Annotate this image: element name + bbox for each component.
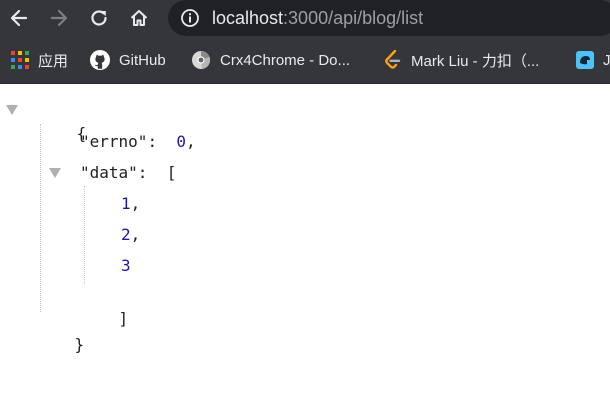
reload-icon [91, 10, 107, 26]
indent-guide [40, 124, 41, 312]
json-viewer: { "errno": 0, "data": [ 1, 2, 3 ] } [0, 84, 610, 402]
crx4chrome-icon [192, 50, 211, 69]
bookmark-crx4chrome[interactable]: Crx4Chrome - Do... [191, 48, 350, 72]
json-open-brace: { [76, 124, 87, 143]
apps-grid-icon [11, 51, 29, 69]
bookmark-github[interactable]: GitHub [90, 48, 166, 72]
json-number: 3 [121, 256, 131, 275]
json-row-errno: "errno": 0, [80, 132, 196, 151]
json-number: 1 [121, 194, 131, 213]
back-button[interactable] [5, 4, 33, 32]
info-icon[interactable] [180, 8, 200, 33]
json-key: "errno" [80, 132, 148, 151]
reload-button[interactable] [85, 4, 113, 32]
bookmark-apps[interactable]: 应用 [11, 48, 68, 72]
bookmark-label: Mark Liu - 力扣（... [411, 52, 540, 70]
bookmark-leetcode[interactable]: Mark Liu - 力扣（... [384, 48, 539, 72]
bookmark-icon [576, 51, 594, 69]
collapse-toggle-data[interactable] [49, 168, 61, 178]
bookmark-label: J [603, 51, 610, 69]
browser-toolbar: localhost:3000/api/blog/list [0, 0, 610, 36]
url-path: :3000/api/blog/list [283, 8, 424, 28]
url-text[interactable]: localhost:3000/api/blog/list [212, 7, 423, 29]
bookmark-label: Crx4Chrome - Do... [220, 51, 351, 69]
json-close-brace: } [74, 335, 85, 354]
arrow-left-icon [10, 9, 28, 27]
url-host: localhost [212, 8, 284, 28]
github-icon [90, 50, 110, 70]
json-row-data: "data": [ [80, 163, 177, 182]
bookmarks-bar: 应用 GitHub Crx4Chrome - Do... Mark Liu - … [0, 36, 610, 84]
json-close-bracket: ] [118, 309, 129, 328]
json-array-item: 3 [121, 254, 131, 278]
home-icon [130, 10, 148, 26]
indent-guide [84, 186, 85, 284]
json-array-item: 2, [121, 225, 141, 244]
bookmark-label: GitHub [119, 51, 166, 69]
json-open-bracket: [ [166, 163, 177, 182]
address-bar[interactable]: localhost:3000/api/blog/list [168, 0, 610, 36]
json-number: 2 [121, 225, 131, 244]
json-number: 0 [176, 132, 186, 151]
home-button[interactable] [125, 4, 153, 32]
bookmark-j[interactable]: J [576, 48, 610, 72]
collapse-toggle-root[interactable] [6, 105, 18, 115]
arrow-right-icon [50, 9, 68, 27]
json-key: "data" [80, 163, 138, 182]
bookmark-label: 应用 [38, 52, 69, 70]
json-array-item: 1, [121, 194, 141, 213]
forward-button[interactable] [45, 4, 73, 32]
leetcode-icon [385, 50, 401, 69]
